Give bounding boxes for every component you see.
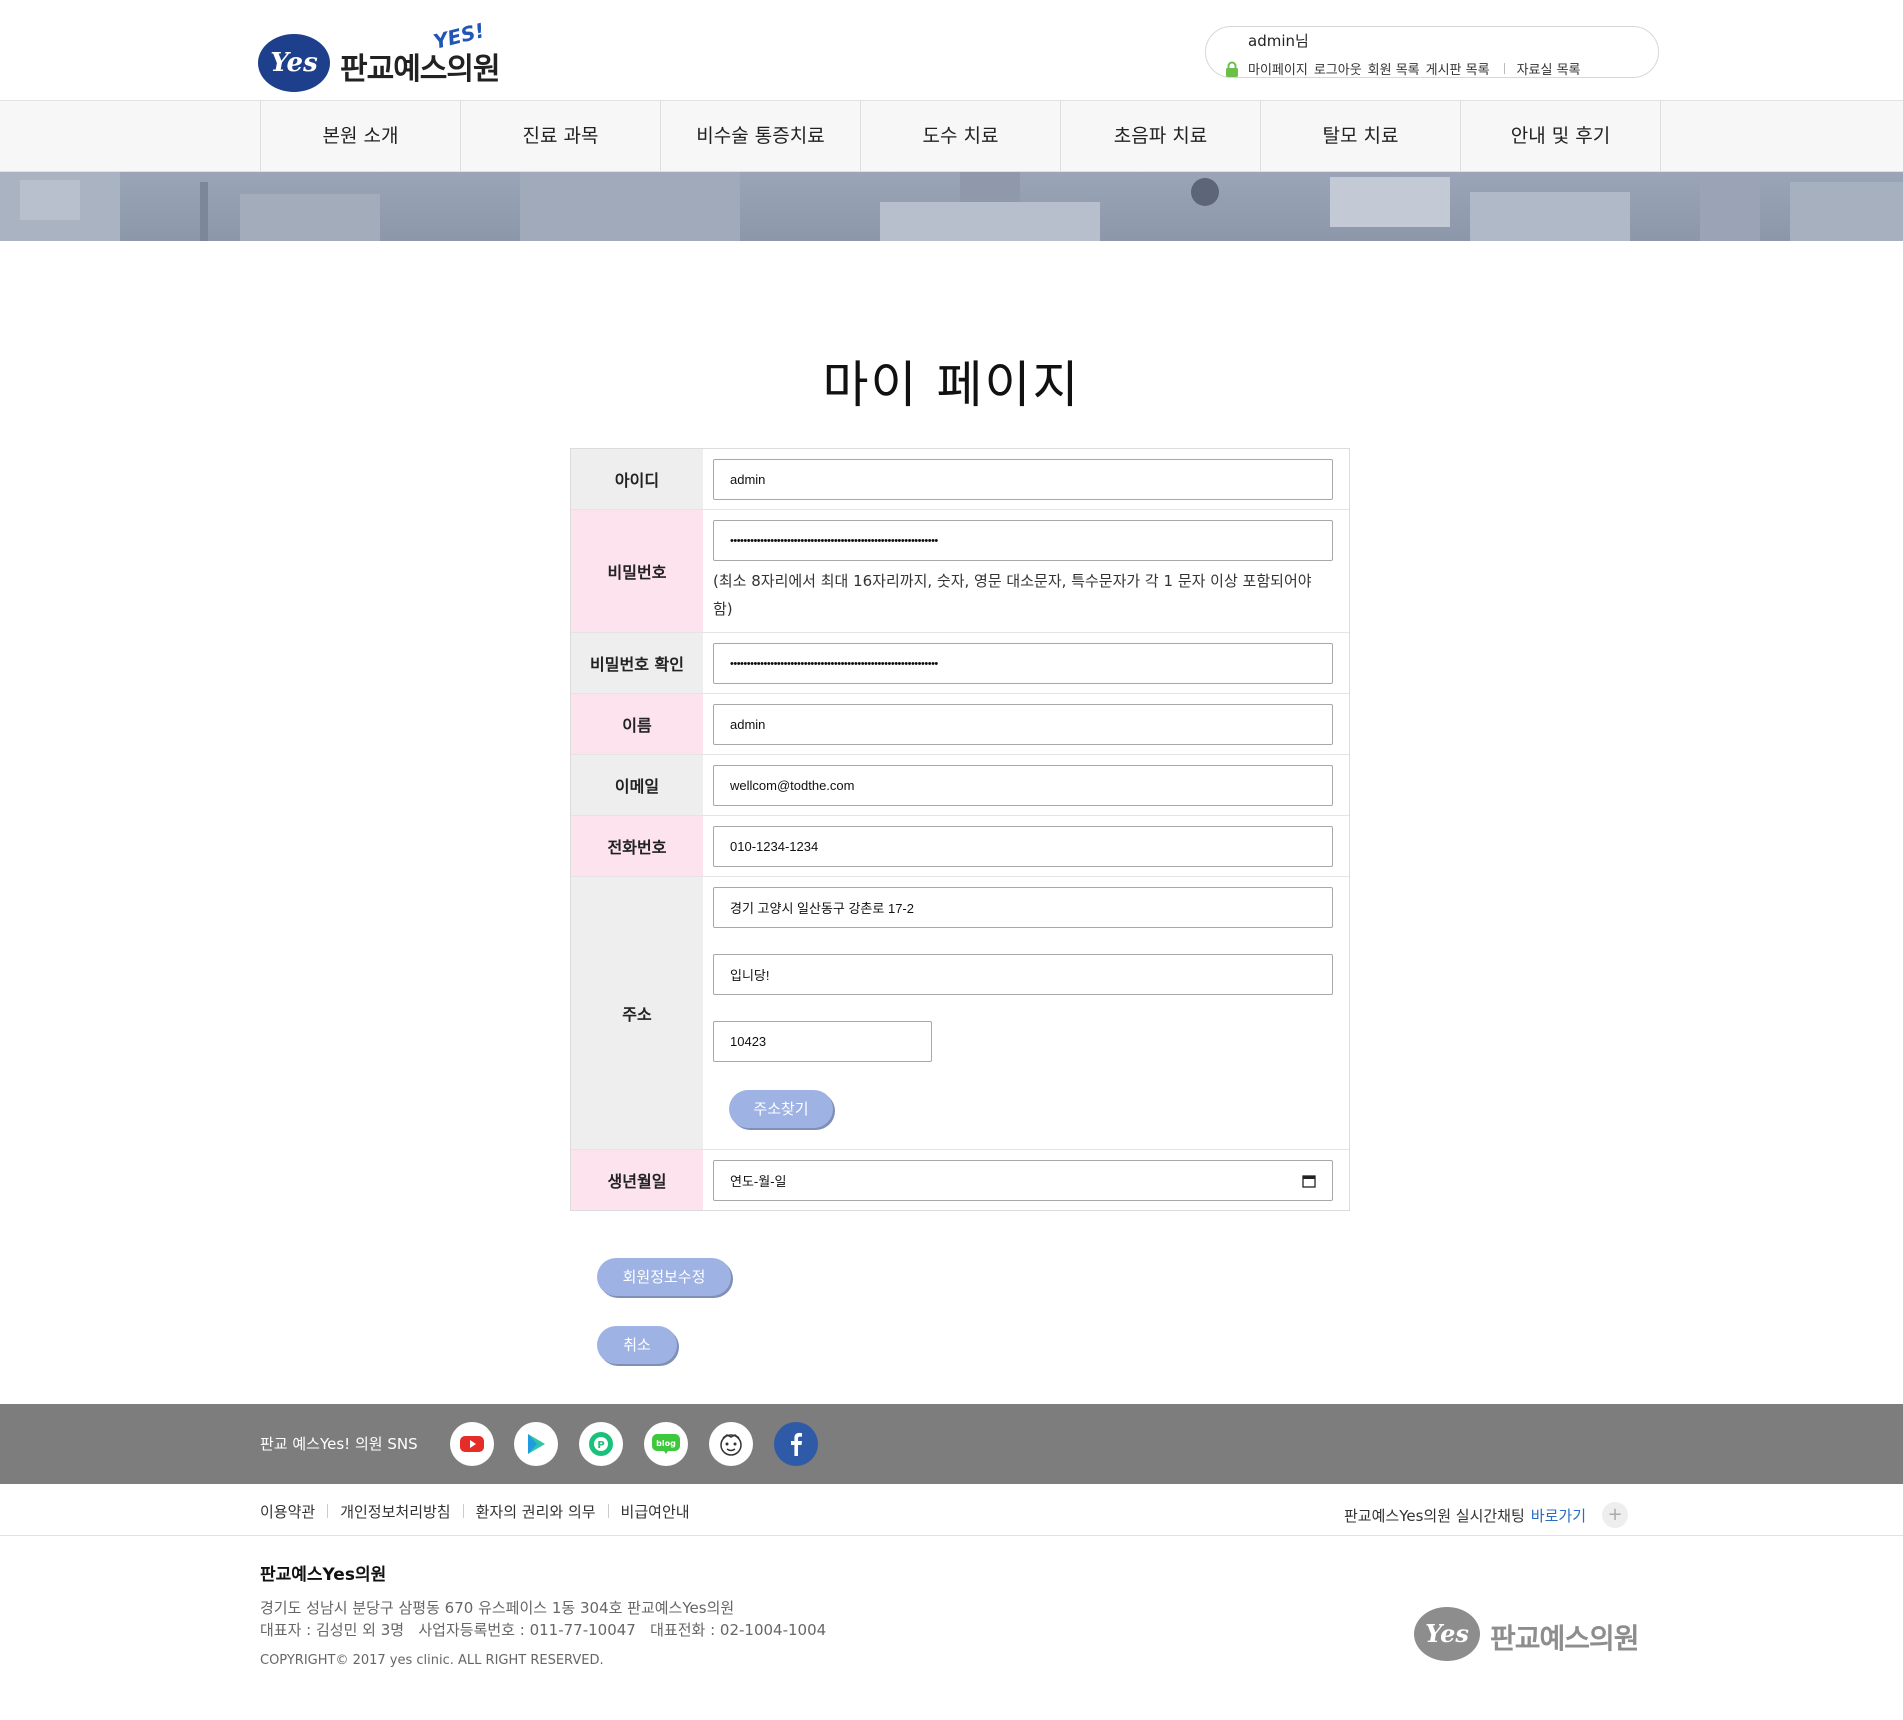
- calendar-icon[interactable]: [1302, 1174, 1316, 1188]
- form-row-address: 주소 주소찾기: [571, 877, 1349, 1150]
- user-menu-box: admin님 마이페이지 로그아웃 회원 목록 게시판 목록 자료실 목록: [1205, 26, 1659, 78]
- footer-clinic-name: 판교예스Yes의원: [260, 1565, 387, 1585]
- find-address-button[interactable]: 주소찾기: [729, 1090, 833, 1128]
- footer-link-patient-rights[interactable]: 환자의 권리와 의무: [476, 1501, 596, 1522]
- blog-icon-text: blog: [656, 1439, 676, 1448]
- naver-post-icon[interactable]: P: [579, 1422, 623, 1466]
- footer-logo-badge: Yes: [1414, 1607, 1480, 1661]
- page-title: 마이 페이지: [822, 356, 1081, 414]
- plus-icon[interactable]: +: [1602, 1502, 1628, 1528]
- phone-label: 전화번호: [571, 816, 703, 876]
- site-header: Yes 판교예스의원 YES! admin님 마이페이지 로그아웃 회원 목록 …: [0, 0, 1903, 101]
- kakao-character-icon[interactable]: [709, 1422, 753, 1466]
- facebook-icon[interactable]: [774, 1422, 818, 1466]
- address-label: 주소: [571, 877, 703, 1149]
- archive-list-link[interactable]: 자료실 목록: [1517, 59, 1581, 78]
- zipcode-field[interactable]: [713, 1021, 932, 1062]
- phone-field[interactable]: [713, 826, 1333, 867]
- form-row-password: 비밀번호 (최소 8자리에서 최대 16자리까지, 숫자, 영문 대소문자, 특…: [571, 510, 1349, 633]
- board-list-link[interactable]: 게시판 목록: [1426, 59, 1490, 78]
- site-logo[interactable]: Yes 판교예스의원 YES!: [258, 18, 518, 92]
- footer-links-bar: 이용약관 개인정보처리방침 환자의 권리와 의무 비급여안내 판교예스Yes의원…: [0, 1485, 1903, 1536]
- form-row-phone: 전화번호: [571, 816, 1349, 877]
- play-icon[interactable]: [514, 1422, 558, 1466]
- nav-item-departments[interactable]: 진료 과목: [461, 101, 661, 171]
- sns-label: 판교 예스Yes! 의원 SNS: [260, 1435, 418, 1453]
- live-chat-link[interactable]: 바로가기: [1531, 1505, 1586, 1526]
- nav-item-hair-loss[interactable]: 탈모 치료: [1261, 101, 1461, 171]
- live-chat-text: 판교예스Yes의원 실시간채팅: [1344, 1506, 1525, 1525]
- mypage-link[interactable]: 마이페이지: [1248, 59, 1308, 78]
- divider: [327, 1504, 329, 1518]
- nav-item-manual-therapy[interactable]: 도수 치료: [861, 101, 1061, 171]
- live-chat: 판교예스Yes의원 실시간채팅 바로가기 +: [1344, 1502, 1628, 1528]
- footer-logo: Yes 판교예스의원: [1414, 1603, 1654, 1663]
- name-field[interactable]: [713, 704, 1333, 745]
- divider: [607, 1504, 609, 1518]
- form-row-email: 이메일: [571, 755, 1349, 816]
- sns-bar: 판교 예스Yes! 의원 SNS P blog: [0, 1404, 1903, 1484]
- form-row-id: 아이디: [571, 449, 1349, 510]
- password-confirm-field[interactable]: [713, 643, 1333, 684]
- member-list-link[interactable]: 회원 목록: [1368, 59, 1420, 78]
- cancel-button[interactable]: 취소: [597, 1326, 677, 1364]
- footer-address: 경기도 성남시 분당구 삼평동 670 유스페이스 1동 304호 판교예스Ye…: [260, 1599, 735, 1617]
- address-field[interactable]: [713, 887, 1333, 928]
- name-label: 이름: [571, 694, 703, 754]
- banner-clinic-photo: [0, 172, 1903, 241]
- blog-icon[interactable]: blog: [644, 1422, 688, 1466]
- password-confirm-label: 비밀번호 확인: [571, 633, 703, 693]
- logo-text: 판교예스의원: [340, 52, 501, 87]
- nav-item-about[interactable]: 본원 소개: [261, 101, 461, 171]
- update-member-button[interactable]: 회원정보수정: [597, 1258, 731, 1296]
- hero-banner-image: [0, 172, 1903, 241]
- divider: [462, 1504, 464, 1518]
- form-row-birthdate: 생년월일 연도-월-일: [571, 1150, 1349, 1210]
- password-hint: (최소 8자리에서 최대 16자리까지, 숫자, 영문 대소문자, 특수문자가 …: [713, 572, 1312, 618]
- nav-item-ultrasound[interactable]: 초음파 치료: [1061, 101, 1261, 171]
- nav-item-guide[interactable]: 안내 및 후기: [1461, 101, 1661, 171]
- svg-text:P: P: [597, 1440, 604, 1451]
- logout-link[interactable]: 로그아웃: [1314, 59, 1362, 78]
- id-field[interactable]: [713, 459, 1333, 500]
- address-detail-field[interactable]: [713, 954, 1333, 995]
- footer-info: 판교예스Yes의원 경기도 성남시 분당구 삼평동 670 유스페이스 1동 3…: [260, 1560, 826, 1668]
- footer-link-non-covered[interactable]: 비급여안내: [621, 1501, 690, 1522]
- birthdate-placeholder: 연도-월-일: [730, 1174, 787, 1189]
- email-field[interactable]: [713, 765, 1333, 806]
- password-field[interactable]: [713, 520, 1333, 561]
- birthdate-label: 생년월일: [571, 1150, 703, 1210]
- youtube-icon[interactable]: [450, 1422, 494, 1466]
- user-links: 마이페이지 로그아웃 회원 목록 게시판 목록 자료실 목록: [1224, 59, 1587, 78]
- member-info-form: 아이디 비밀번호 (최소 8자리에서 최대 16자리까지, 숫자, 영문 대소문…: [570, 448, 1350, 1211]
- footer-business-info: 대표자 : 김성민 외 3명 사업자등록번호 : 011-77-10047 대표…: [260, 1621, 827, 1639]
- footer-copyright: COPYRIGHT© 2017 yes clinic. ALL RIGHT RE…: [260, 1653, 604, 1668]
- footer-link-privacy[interactable]: 개인정보처리방침: [340, 1501, 450, 1522]
- lock-icon: [1226, 61, 1238, 77]
- nav-item-nonsurgical[interactable]: 비수술 통증치료: [661, 101, 861, 171]
- footer-link-terms[interactable]: 이용약관: [260, 1501, 315, 1522]
- main-nav: 본원 소개 진료 과목 비수술 통증치료 도수 치료 초음파 치료 탈모 치료 …: [0, 101, 1903, 172]
- password-label: 비밀번호: [571, 510, 703, 632]
- email-label: 이메일: [571, 755, 703, 815]
- divider: [1503, 63, 1505, 74]
- id-label: 아이디: [571, 449, 703, 509]
- username: admin님: [1248, 32, 1309, 50]
- birthdate-field[interactable]: 연도-월-일: [713, 1160, 1333, 1201]
- form-row-name: 이름: [571, 694, 1349, 755]
- form-row-password-confirm: 비밀번호 확인: [571, 633, 1349, 694]
- footer-logo-text: 판교예스의원: [1490, 1622, 1640, 1655]
- logo-badge: Yes: [258, 34, 330, 92]
